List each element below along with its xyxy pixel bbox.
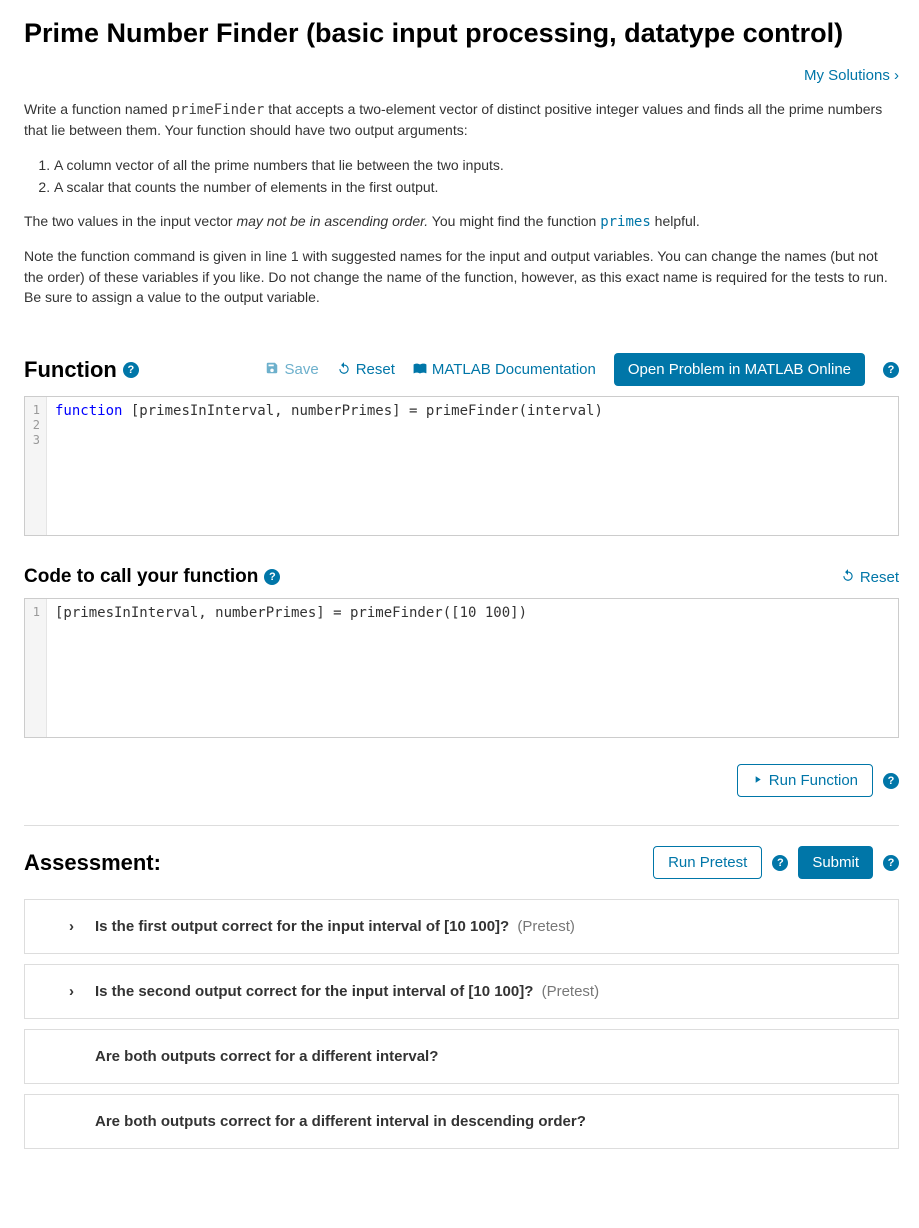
desc-p2: The two values in the input vector may n…	[24, 211, 899, 232]
assessment-test-item: ›Are both outputs correct for a differen…	[24, 1094, 899, 1149]
test-label: Are both outputs correct for a different…	[95, 1113, 586, 1130]
run-label: Run Function	[769, 772, 858, 789]
line-gutter: 1 2 3	[25, 397, 47, 535]
desc-list: A column vector of all the prime numbers…	[54, 155, 899, 198]
desc-intro-a: Write a function named	[24, 101, 172, 117]
help-icon[interactable]: ?	[883, 855, 899, 871]
test-label: Is the second output correct for the inp…	[95, 983, 533, 1000]
page-title: Prime Number Finder (basic input process…	[24, 18, 899, 49]
save-button[interactable]: Save	[265, 361, 318, 379]
test-label: Is the first output correct for the inpu…	[95, 918, 509, 935]
test-title: Is the first output correct for the inpu…	[95, 918, 575, 935]
desc-intro-code: primeFinder	[172, 102, 265, 118]
test-title: Are both outputs correct for a different…	[95, 1113, 586, 1130]
assessment-test-item: ›Are both outputs correct for a differen…	[24, 1029, 899, 1084]
call-heading: Code to call your function	[24, 566, 258, 588]
help-icon[interactable]: ?	[264, 569, 280, 585]
desc-p2-code: primes	[600, 214, 651, 230]
run-pretest-button[interactable]: Run Pretest	[653, 846, 762, 879]
line-gutter: 1	[25, 599, 47, 737]
test-label: Are both outputs correct for a different…	[95, 1048, 438, 1065]
save-icon	[265, 361, 279, 379]
desc-p2-b: You might find the function	[428, 213, 600, 229]
assessment-test-item: › Is the second output correct for the in…	[24, 964, 899, 1019]
call-code[interactable]: [primesInInterval, numberPrimes] = prime…	[47, 599, 898, 737]
chevron-right-icon[interactable]: ›	[69, 983, 81, 1000]
reset-icon	[337, 361, 351, 379]
desc-p2-em: may not be in ascending order.	[236, 213, 428, 229]
divider	[24, 825, 899, 826]
assessment-heading: Assessment:	[24, 850, 161, 876]
open-matlab-online-button[interactable]: Open Problem in MATLAB Online	[614, 353, 865, 386]
my-solutions-label: My Solutions	[804, 67, 890, 84]
chevron-right-icon[interactable]: ›	[69, 918, 81, 935]
function-code[interactable]: function [primesInInterval, numberPrimes…	[47, 397, 898, 535]
desc-p3: Note the function command is given in li…	[24, 246, 899, 307]
desc-list-item: A scalar that counts the number of eleme…	[54, 177, 899, 197]
function-heading: Function	[24, 357, 117, 383]
reset-call-button[interactable]: Reset	[841, 568, 899, 586]
help-icon[interactable]: ?	[123, 362, 139, 378]
reset-icon	[841, 568, 855, 586]
keyword: function	[55, 403, 122, 419]
reset-function-button[interactable]: Reset	[337, 361, 395, 379]
help-icon[interactable]: ?	[883, 773, 899, 789]
test-title: Are both outputs correct for a different…	[95, 1048, 438, 1065]
code-rest: [primesInInterval, numberPrimes] = prime…	[122, 403, 602, 419]
desc-p2-a: The two values in the input vector	[24, 213, 236, 229]
assessment-test-item: › Is the first output correct for the inp…	[24, 899, 899, 954]
reset-label: Reset	[356, 361, 395, 378]
test-title: Is the second output correct for the inp…	[95, 983, 599, 1000]
function-editor[interactable]: 1 2 3 function [primesInInterval, number…	[24, 396, 899, 536]
run-function-button[interactable]: Run Function	[737, 764, 873, 797]
desc-list-item: A column vector of all the prime numbers…	[54, 155, 899, 175]
play-icon	[752, 772, 763, 789]
submit-button[interactable]: Submit	[798, 846, 873, 879]
reset-label: Reset	[860, 569, 899, 586]
matlab-doc-link[interactable]: MATLAB Documentation	[413, 361, 596, 379]
matlab-doc-label: MATLAB Documentation	[432, 361, 596, 378]
test-suffix: (Pretest)	[537, 983, 599, 1000]
help-icon[interactable]: ?	[883, 362, 899, 378]
book-icon	[413, 361, 427, 379]
my-solutions-link[interactable]: My Solutions ›	[804, 67, 899, 84]
desc-intro: Write a function named primeFinder that …	[24, 99, 899, 141]
help-icon[interactable]: ?	[772, 855, 788, 871]
chevron-right-icon: ›	[894, 67, 899, 84]
save-label: Save	[284, 361, 318, 378]
test-suffix: (Pretest)	[513, 918, 575, 935]
desc-p2-c: helpful.	[651, 213, 700, 229]
call-editor[interactable]: 1 [primesInInterval, numberPrimes] = pri…	[24, 598, 899, 738]
